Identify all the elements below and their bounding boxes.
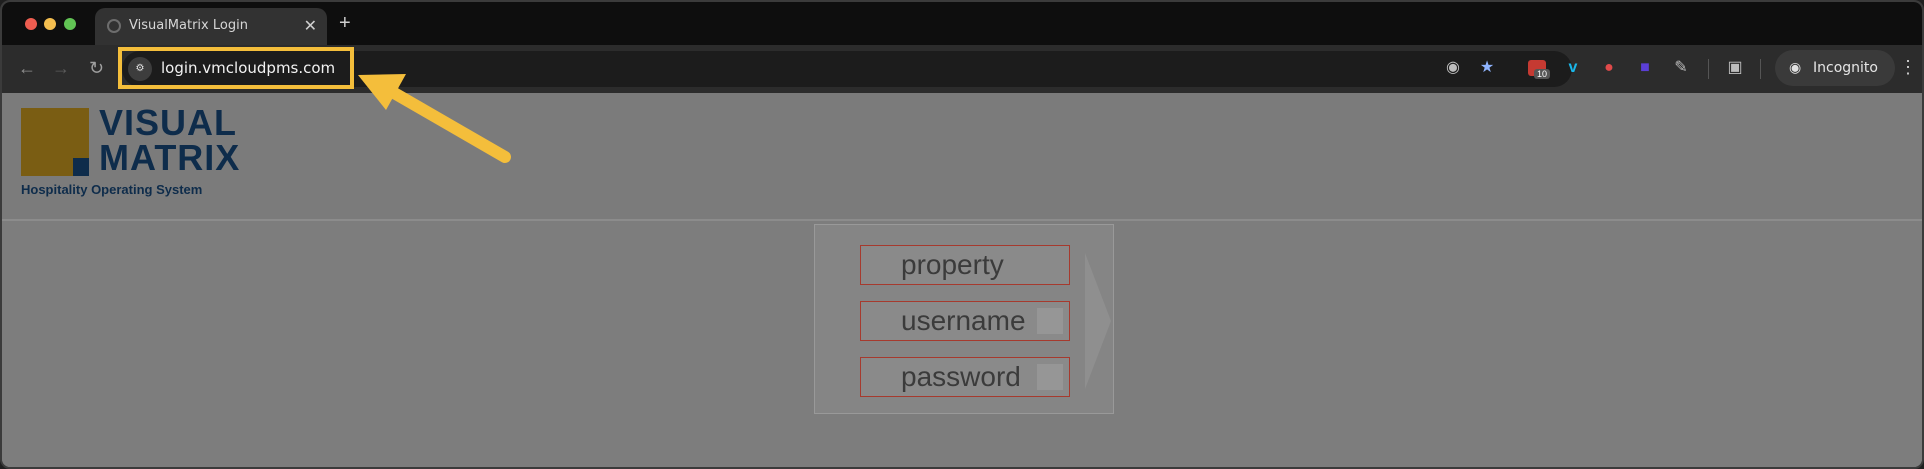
- page-header: VISUAL MATRIX Hospitality Operating Syst…: [2, 93, 1922, 221]
- autofill-key-icon[interactable]: [1037, 308, 1063, 334]
- tab-strip: VisualMatrix Login ✕ +: [2, 2, 1922, 45]
- tab-search-icon[interactable]: ▣: [1724, 57, 1746, 79]
- username-field[interactable]: username: [860, 301, 1070, 341]
- red-extension-icon[interactable]: ●: [1598, 57, 1620, 79]
- toolbar-divider: [1708, 59, 1709, 79]
- extensions-puzzle-icon[interactable]: ✎: [1670, 57, 1692, 79]
- close-window-button[interactable]: [25, 18, 37, 30]
- logo-text-matrix: MATRIX: [99, 137, 241, 178]
- browser-window: VisualMatrix Login ✕ + ← → ↻ ⚙ login.vmc…: [0, 0, 1924, 469]
- incognito-icon: ◉: [1789, 59, 1802, 75]
- toolbar-divider: [1760, 59, 1761, 79]
- login-panel: property username password: [814, 224, 1114, 414]
- eye-off-icon[interactable]: ◉: [1442, 57, 1464, 79]
- incognito-label: Incognito: [1813, 60, 1878, 76]
- minimize-window-button[interactable]: [44, 18, 56, 30]
- page-content: VISUAL MATRIX Hospitality Operating Syst…: [2, 93, 1922, 467]
- reload-icon[interactable]: ↻: [89, 58, 104, 79]
- maximize-window-button[interactable]: [64, 18, 76, 30]
- tab-visualmatrix-login[interactable]: VisualMatrix Login ✕: [95, 8, 327, 45]
- property-field[interactable]: property: [860, 245, 1070, 285]
- back-icon[interactable]: ←: [18, 58, 36, 79]
- autofill-key-icon[interactable]: [1037, 364, 1063, 390]
- submit-arrow[interactable]: [1085, 253, 1111, 389]
- vimeo-extension-icon[interactable]: v: [1562, 57, 1584, 79]
- extension-badge: 10: [1534, 69, 1551, 79]
- url-highlight-annotation: [118, 47, 354, 89]
- star-icon[interactable]: ★: [1476, 57, 1498, 79]
- logo-tagline: Hospitality Operating System: [21, 182, 203, 197]
- browser-toolbar: ← → ↻ ⚙ login.vmcloudpms.com ◉ ★ 10 v ● …: [2, 45, 1922, 93]
- new-tab-button[interactable]: +: [339, 12, 351, 35]
- forward-icon[interactable]: →: [52, 58, 70, 79]
- password-field[interactable]: password: [860, 357, 1070, 397]
- close-tab-icon[interactable]: ✕: [304, 16, 317, 36]
- username-placeholder: username: [901, 305, 1026, 336]
- menu-icon[interactable]: ⋮: [1899, 57, 1917, 78]
- property-placeholder: property: [901, 249, 1004, 280]
- password-placeholder: password: [901, 361, 1021, 392]
- logo-mark-notch: [73, 158, 89, 176]
- globe-icon: [107, 19, 121, 33]
- purple-extension-icon[interactable]: ■: [1634, 57, 1656, 79]
- tab-title: VisualMatrix Login: [129, 18, 248, 33]
- incognito-indicator[interactable]: ◉ Incognito: [1775, 50, 1895, 86]
